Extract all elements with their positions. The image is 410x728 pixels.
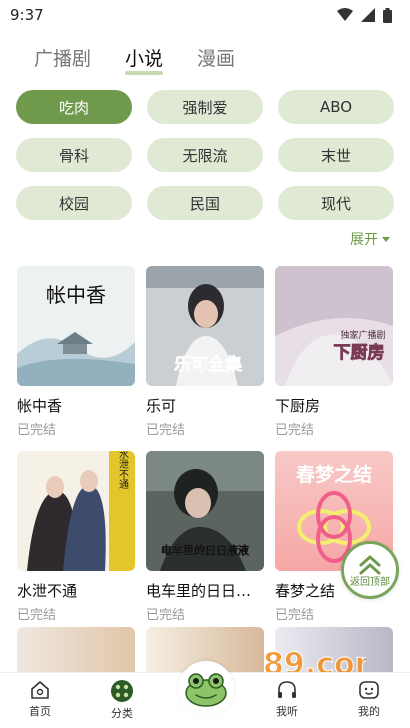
book-status: 已完结 <box>146 608 186 623</box>
book-row: 水泄不通 水泄不通 已完结 电车里的日日液液 电车里的日日液... 已完结 春梦… <box>17 451 397 623</box>
caret-down-icon <box>382 236 390 242</box>
tab-radio-drama[interactable]: 广播剧 <box>34 44 91 71</box>
book-cover: 水泄不通 <box>17 451 135 571</box>
status-time: 9:37 <box>10 6 44 24</box>
cover-text: 乐可全集 <box>174 354 243 375</box>
expand-label: 展开 <box>350 232 378 248</box>
book-status: 已完结 <box>275 608 315 623</box>
cover-text: 水泄不通 <box>117 451 129 489</box>
filter-chip-xiaoyuan[interactable]: 校园 <box>16 186 132 220</box>
back-to-top-button[interactable]: 返回顶部 <box>341 541 399 599</box>
signal-icon <box>361 8 375 22</box>
filter-chip-xiandai[interactable]: 现代 <box>278 186 394 220</box>
home-icon <box>31 681 49 699</box>
battery-icon <box>383 7 392 23</box>
book-title: 帐中香 <box>17 397 63 415</box>
book-status: 已完结 <box>17 423 57 438</box>
nav-listen-label: 我听 <box>276 705 298 718</box>
book-card[interactable]: 水泄不通 水泄不通 已完结 <box>17 451 135 623</box>
status-icons <box>337 7 392 23</box>
book-status: 已完结 <box>146 423 186 438</box>
nav-listen[interactable]: 我听 <box>262 679 312 719</box>
top-tabs: 广播剧 小说 漫画 <box>34 44 235 75</box>
book-status: 已完结 <box>17 608 57 623</box>
filter-chip-wuxianliu[interactable]: 无限流 <box>147 138 263 172</box>
filter-chip-qiangzhiai[interactable]: 强制爱 <box>147 90 263 124</box>
book-card[interactable]: 帐中香 帐中香 已完结 <box>17 266 135 438</box>
book-title: 下厨房 <box>275 397 321 415</box>
book-cover[interactable] <box>275 627 393 675</box>
tab-comic[interactable]: 漫画 <box>197 44 235 71</box>
frog-icon <box>185 673 227 707</box>
double-chevron-up-icon <box>359 554 381 574</box>
expand-filters-button[interactable]: 展开 <box>350 229 390 249</box>
status-bar: 9:37 <box>0 0 410 30</box>
profile-icon <box>359 681 379 699</box>
book-title: 乐可 <box>146 397 177 415</box>
book-cover: 电车里的日日液液 <box>146 451 264 571</box>
nav-profile-label: 我的 <box>358 705 380 718</box>
book-card[interactable]: 独家广播剧 下厨房 下厨房 已完结 <box>275 266 393 438</box>
tab-novel[interactable]: 小说 <box>125 44 164 75</box>
wifi-icon <box>337 8 353 21</box>
cover-text: 下厨房 <box>334 342 385 363</box>
book-card[interactable]: 电车里的日日液液 电车里的日日液... 已完结 <box>146 451 264 623</box>
nav-home[interactable]: 首页 <box>15 679 65 719</box>
book-title: 水泄不通 <box>17 582 78 600</box>
filter-grid: 吃肉 强制爱 ABO 骨科 无限流 末世 校园 民国 现代 <box>16 90 394 220</box>
cover-sub: 独家广播剧 <box>340 329 385 341</box>
nav-category-label: 分类 <box>111 707 133 720</box>
headphones-icon <box>278 681 296 698</box>
nav-home-label: 首页 <box>29 705 51 718</box>
filter-chip-chirou[interactable]: 吃肉 <box>16 90 132 124</box>
book-cover: 乐可全集 <box>146 266 264 386</box>
cover-text: 帐中香 <box>46 283 106 307</box>
category-icon <box>111 680 133 702</box>
bottom-nav: 首页 分类 我听 我的 <box>0 661 410 728</box>
filter-chip-abo[interactable]: ABO <box>278 90 394 124</box>
book-title: 电车里的日日液... <box>146 582 264 600</box>
cover-text: 春梦之结 <box>296 463 372 486</box>
book-status: 已完结 <box>275 423 315 438</box>
filter-chip-guke[interactable]: 骨科 <box>16 138 132 172</box>
book-card[interactable]: 乐可全集 乐可 已完结 <box>146 266 264 438</box>
book-cover[interactable] <box>17 627 135 675</box>
cover-text: 电车里的日日液液 <box>161 543 250 557</box>
back-to-top-label: 返回顶部 <box>350 576 390 588</box>
nav-category[interactable]: 分类 <box>97 679 147 721</box>
filter-chip-minguo[interactable]: 民国 <box>147 186 263 220</box>
book-cover: 独家广播剧 下厨房 <box>275 266 393 386</box>
book-grid: 帐中香 帐中香 已完结 乐可全集 乐可 已完结 独家广播剧 下厨房 下厨房 已完… <box>17 266 397 636</box>
book-cover: 帐中香 <box>17 266 135 386</box>
nav-profile[interactable]: 我的 <box>344 679 394 719</box>
nav-center-frog[interactable] <box>178 661 234 717</box>
book-row: 帐中香 帐中香 已完结 乐可全集 乐可 已完结 独家广播剧 下厨房 下厨房 已完… <box>17 266 397 438</box>
filter-chip-moshi[interactable]: 末世 <box>278 138 394 172</box>
